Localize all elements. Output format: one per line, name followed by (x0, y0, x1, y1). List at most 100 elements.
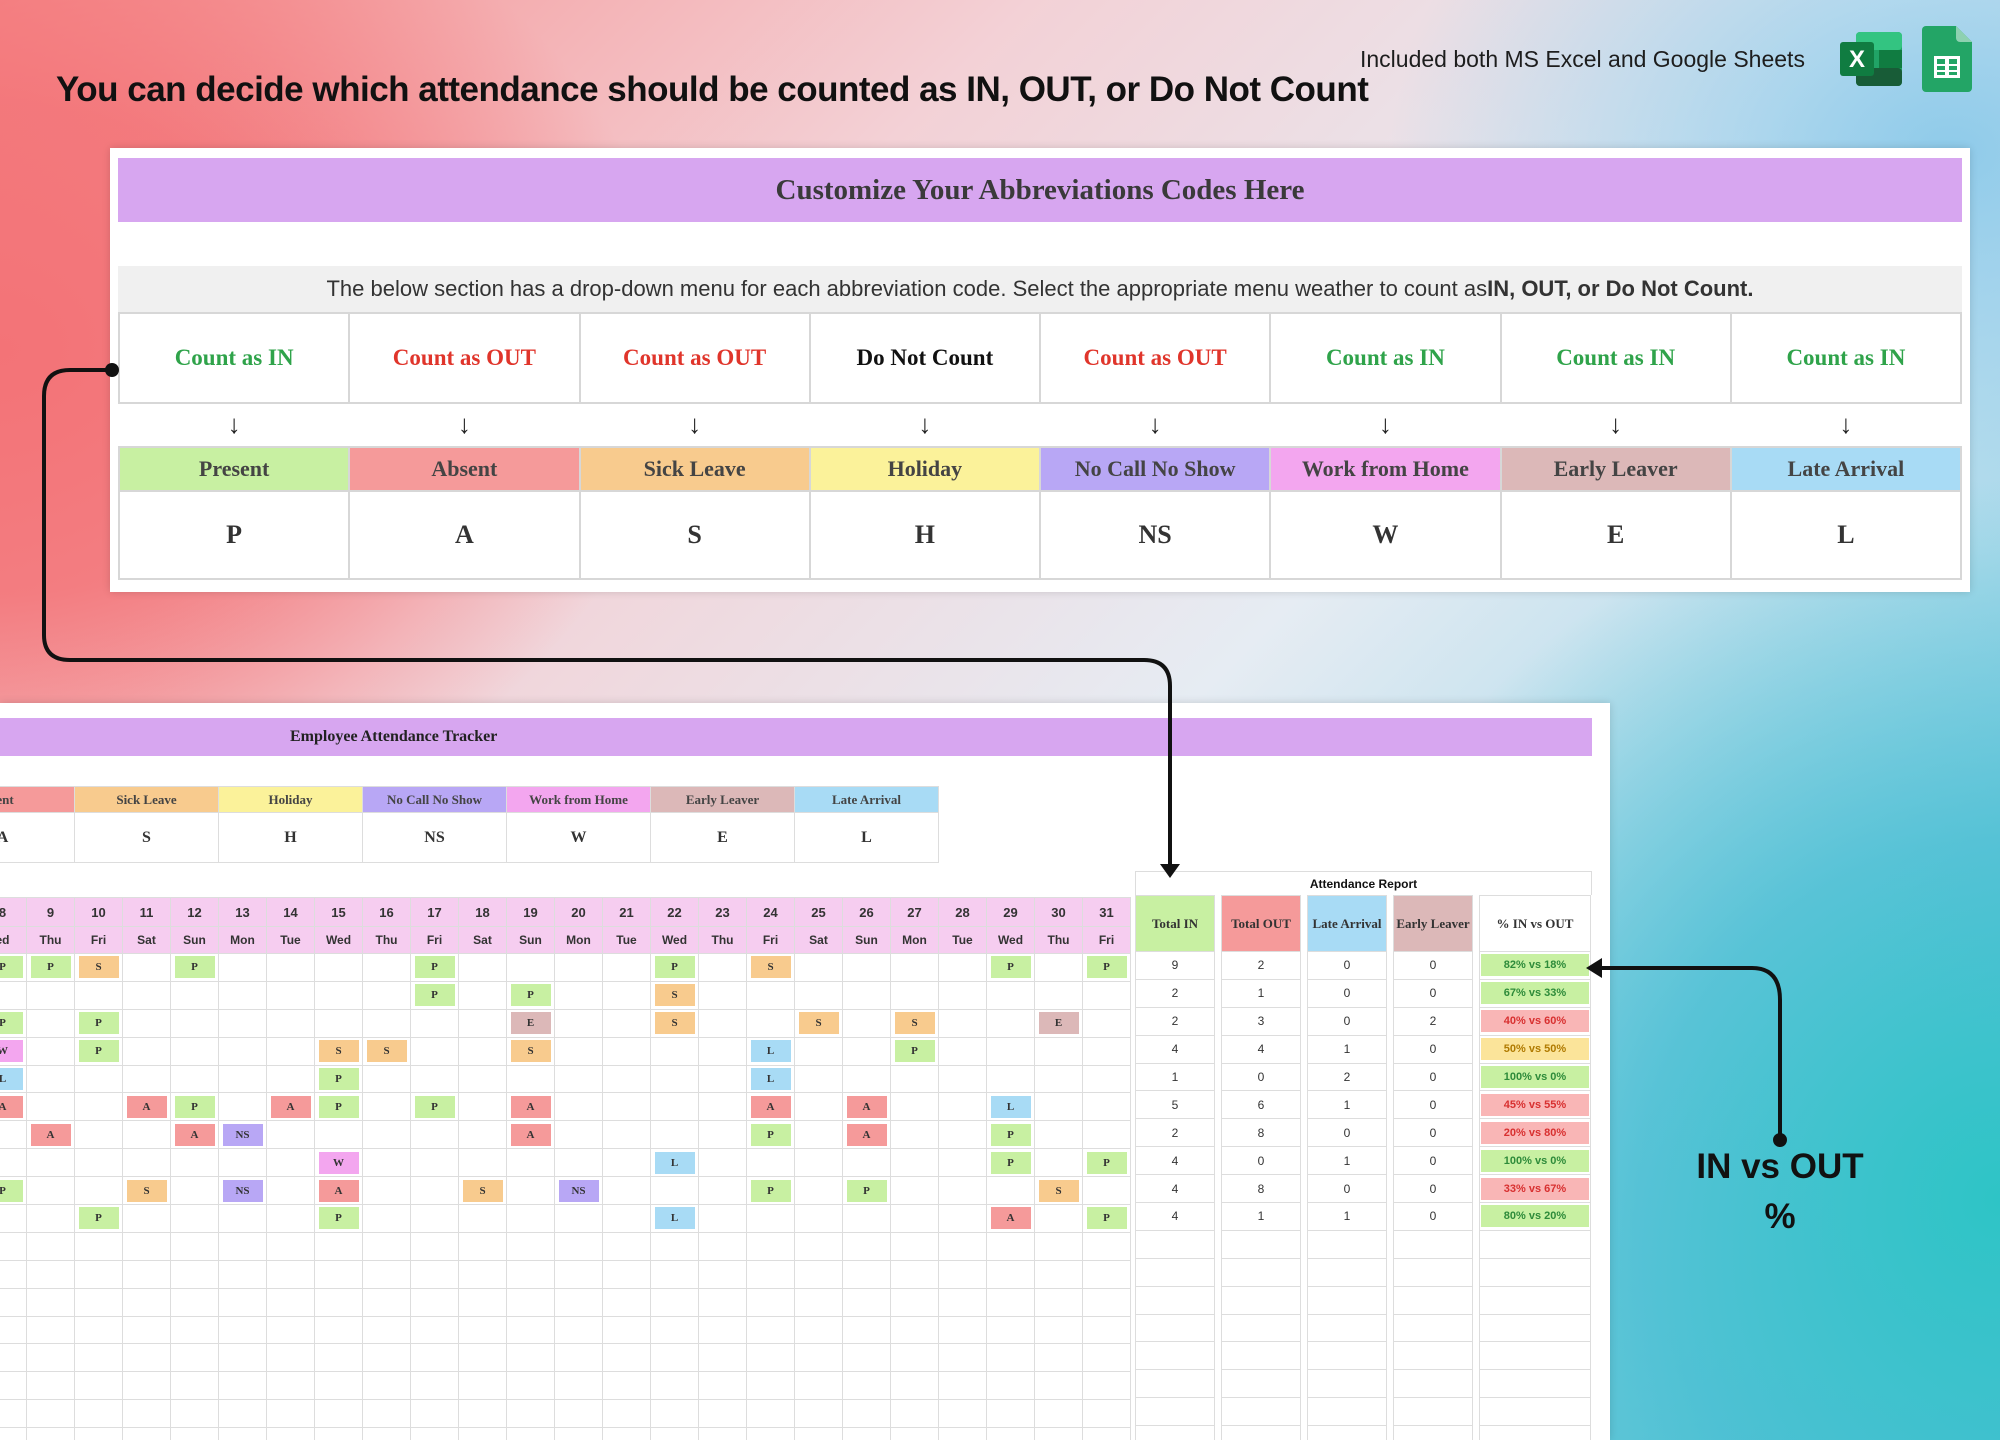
attendance-cell[interactable] (650, 1176, 699, 1206)
attendance-cell[interactable] (218, 1036, 267, 1066)
attendance-cell[interactable] (842, 1064, 891, 1094)
code-name-cell[interactable]: Absent (348, 446, 581, 492)
attendance-cell[interactable] (1034, 1399, 1083, 1429)
attendance-cell[interactable] (26, 1343, 75, 1373)
attendance-cell[interactable] (218, 1427, 267, 1440)
attendance-cell[interactable]: S (122, 1176, 171, 1206)
attendance-cell[interactable] (122, 1343, 171, 1373)
attendance-cell[interactable] (506, 1427, 555, 1440)
attendance-cell[interactable] (602, 1259, 651, 1289)
attendance-cell[interactable] (938, 1036, 987, 1066)
attendance-cell[interactable] (122, 1204, 171, 1233)
attendance-cell[interactable] (458, 1120, 507, 1150)
attendance-cell[interactable] (170, 1176, 219, 1206)
attendance-cell[interactable] (1082, 1092, 1131, 1122)
attendance-cell[interactable]: A (26, 1120, 75, 1150)
attendance-cell[interactable]: S (650, 1008, 699, 1038)
attendance-cell[interactable] (314, 1399, 363, 1429)
attendance-cell[interactable] (410, 1204, 459, 1233)
attendance-cell[interactable]: S (314, 1036, 363, 1066)
attendance-cell[interactable] (74, 1092, 123, 1122)
attendance-cell[interactable] (554, 1427, 603, 1440)
attendance-cell[interactable] (890, 1204, 939, 1233)
attendance-cell[interactable] (890, 1176, 939, 1206)
count-mode-dropdown[interactable]: Count as IN (1269, 312, 1502, 404)
attendance-cell[interactable] (218, 1204, 267, 1233)
attendance-cell[interactable] (938, 1148, 987, 1178)
attendance-cell[interactable] (218, 1259, 267, 1289)
attendance-cell[interactable] (506, 1148, 555, 1178)
attendance-cell[interactable] (218, 1371, 267, 1401)
attendance-cell[interactable] (746, 1399, 795, 1429)
attendance-cell[interactable] (650, 1036, 699, 1066)
attendance-cell[interactable] (698, 1287, 747, 1317)
attendance-cell[interactable]: P (74, 1036, 123, 1066)
attendance-cell[interactable] (410, 1064, 459, 1094)
attendance-cell[interactable] (314, 953, 363, 982)
attendance-cell[interactable] (362, 1064, 411, 1094)
attendance-cell[interactable] (842, 953, 891, 982)
attendance-cell[interactable]: A (506, 1092, 555, 1122)
attendance-cell[interactable] (938, 1259, 987, 1289)
attendance-cell[interactable] (1082, 1259, 1131, 1289)
attendance-cell[interactable]: P (986, 1148, 1035, 1178)
attendance-cell[interactable] (554, 1371, 603, 1401)
attendance-cell[interactable] (122, 1148, 171, 1178)
attendance-cell[interactable]: NS (218, 1176, 267, 1206)
attendance-cell[interactable] (506, 1399, 555, 1429)
attendance-cell[interactable] (506, 1371, 555, 1401)
attendance-cell[interactable] (314, 980, 363, 1010)
attendance-cell[interactable] (122, 1120, 171, 1150)
attendance-cell[interactable] (458, 1008, 507, 1038)
attendance-cell[interactable]: NS (554, 1176, 603, 1206)
attendance-cell[interactable] (266, 1204, 315, 1233)
code-name-cell[interactable]: Sick Leave (578, 446, 811, 492)
attendance-cell[interactable] (602, 1120, 651, 1150)
attendance-cell[interactable] (266, 1399, 315, 1429)
attendance-cell[interactable] (0, 1287, 27, 1317)
attendance-cell[interactable]: A (506, 1120, 555, 1150)
attendance-cell[interactable] (74, 1064, 123, 1094)
attendance-cell[interactable] (1034, 1064, 1083, 1094)
attendance-cell[interactable]: P (746, 1120, 795, 1150)
attendance-cell[interactable] (698, 1343, 747, 1373)
attendance-cell[interactable] (554, 1148, 603, 1178)
attendance-cell[interactable] (554, 980, 603, 1010)
attendance-cell[interactable] (746, 1343, 795, 1373)
attendance-cell[interactable] (746, 1315, 795, 1345)
attendance-cell[interactable] (1082, 1231, 1131, 1261)
attendance-cell[interactable] (650, 1371, 699, 1401)
attendance-cell[interactable] (362, 1315, 411, 1345)
attendance-cell[interactable] (314, 1008, 363, 1038)
attendance-cell[interactable] (698, 953, 747, 982)
attendance-cell[interactable] (170, 1343, 219, 1373)
attendance-cell[interactable] (698, 1315, 747, 1345)
attendance-cell[interactable] (458, 1399, 507, 1429)
attendance-cell[interactable] (938, 1120, 987, 1150)
attendance-cell[interactable] (314, 1371, 363, 1401)
attendance-cell[interactable] (938, 1371, 987, 1401)
attendance-cell[interactable] (458, 1036, 507, 1066)
attendance-cell[interactable] (0, 1315, 27, 1345)
code-letter-cell[interactable]: NS (1038, 490, 1272, 580)
attendance-cell[interactable] (26, 1371, 75, 1401)
attendance-cell[interactable] (26, 1036, 75, 1066)
attendance-cell[interactable] (266, 1120, 315, 1150)
attendance-cell[interactable] (26, 1259, 75, 1289)
attendance-cell[interactable] (890, 1287, 939, 1317)
attendance-cell[interactable] (458, 1064, 507, 1094)
attendance-cell[interactable] (122, 980, 171, 1010)
attendance-cell[interactable] (602, 1315, 651, 1345)
attendance-cell[interactable] (1082, 980, 1131, 1010)
attendance-cell[interactable] (218, 1315, 267, 1345)
attendance-cell[interactable] (74, 1371, 123, 1401)
attendance-cell[interactable] (170, 1427, 219, 1440)
attendance-cell[interactable] (0, 1259, 27, 1289)
attendance-cell[interactable] (410, 1259, 459, 1289)
attendance-cell[interactable]: P (410, 953, 459, 982)
attendance-cell[interactable] (842, 1427, 891, 1440)
attendance-cell[interactable] (218, 1343, 267, 1373)
attendance-cell[interactable] (842, 1343, 891, 1373)
attendance-cell[interactable] (266, 980, 315, 1010)
attendance-cell[interactable]: P (890, 1036, 939, 1066)
